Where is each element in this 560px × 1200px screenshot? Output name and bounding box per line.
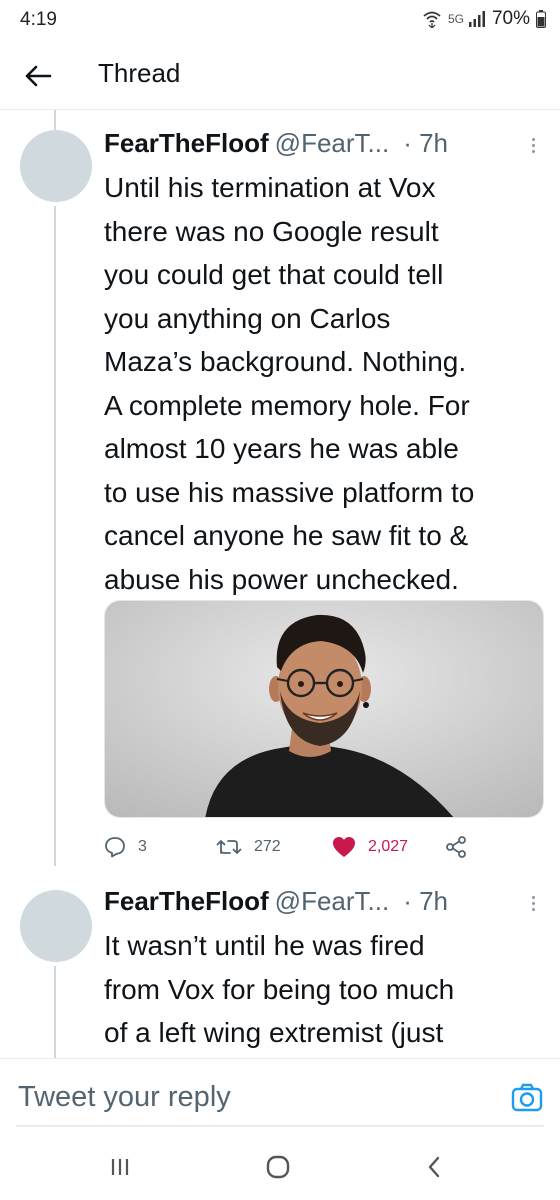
tweet-line: abuse his power unchecked. xyxy=(104,563,459,595)
avatar[interactable] xyxy=(20,130,92,202)
tweet-line: Until his termination at Vox xyxy=(104,172,436,203)
reply-button[interactable]: 3 xyxy=(104,830,147,864)
arrow-left-icon xyxy=(25,65,52,87)
camera-button[interactable] xyxy=(510,1081,544,1115)
signal-icon xyxy=(468,11,486,27)
thread-header: Thread xyxy=(0,42,560,110)
avatar[interactable] xyxy=(20,890,92,962)
more-options-icon[interactable] xyxy=(524,888,542,918)
battery-text: 70% xyxy=(491,8,530,29)
reply-bar xyxy=(0,1058,560,1130)
author-name[interactable]: FearTheFloof xyxy=(104,886,269,917)
system-nav-bar xyxy=(0,1130,560,1200)
back-nav-button[interactable] xyxy=(414,1152,454,1182)
share-button[interactable] xyxy=(444,830,468,864)
more-options-icon[interactable] xyxy=(524,130,542,160)
camera-icon xyxy=(511,1083,543,1112)
like-button[interactable]: 2,027 xyxy=(332,830,408,864)
tweet-line: A complete memory hole. For xyxy=(104,389,470,421)
like-count: 2,027 xyxy=(368,838,409,855)
status-time: 4:19 xyxy=(20,9,57,30)
tweet-actions: 3 272 2,027 xyxy=(104,830,484,864)
wifi-icon xyxy=(422,10,442,28)
page-title: Thread xyxy=(98,58,181,88)
home-icon xyxy=(266,1155,290,1179)
tweet-media-image[interactable] xyxy=(104,600,544,818)
tweet-header: FearTheFloof @FearT... · 7h xyxy=(104,128,448,160)
author-name[interactable]: FearTheFloof xyxy=(104,128,269,159)
share-icon xyxy=(446,836,466,858)
tweet-line: almost 10 years he was able xyxy=(104,433,459,464)
tweet-line: cancel anyone he saw fit to & xyxy=(104,520,469,551)
tweet-text: It wasn’t until he was fired from Vox fo… xyxy=(104,924,544,1058)
recents-button[interactable] xyxy=(100,1152,140,1182)
home-button[interactable] xyxy=(258,1152,298,1182)
heart-icon xyxy=(333,837,355,857)
author-handle[interactable]: @FearT... xyxy=(275,886,390,917)
tweet-header: FearTheFloof @FearT... · 7h xyxy=(104,886,448,918)
back-button[interactable] xyxy=(20,58,56,94)
tweet-text: Until his termination at Vox there was n… xyxy=(104,166,544,601)
reply-divider xyxy=(16,1125,544,1127)
reply-input[interactable] xyxy=(18,1077,478,1117)
tweet-time: · 7h xyxy=(403,128,449,158)
tweet-line: It wasn’t until he was fired xyxy=(104,930,425,961)
tweet-line: you anything on Carlos xyxy=(104,302,391,334)
back-icon xyxy=(428,1156,440,1178)
retweet-count: 272 xyxy=(254,838,281,855)
retweet-button[interactable]: 272 xyxy=(216,830,281,864)
thread-line xyxy=(54,966,56,1058)
thread-line xyxy=(54,206,56,866)
tweet-line: to use his massive platform to xyxy=(104,476,475,508)
tweet-line: there was no Google result xyxy=(104,215,439,247)
reply-icon xyxy=(105,837,125,858)
retweet-icon xyxy=(216,840,242,854)
tweet-time: · 7h xyxy=(403,886,449,916)
status-indicators: 5G 70% xyxy=(422,8,546,30)
recents-icon xyxy=(111,1159,129,1175)
tweet-line: of a left wing extremist (just xyxy=(104,1017,444,1048)
battery-icon xyxy=(536,10,546,28)
tweet-line: from Vox for being too much xyxy=(104,973,455,1005)
tweet-line: Maza’s background. Nothing. xyxy=(104,346,467,377)
tweet-line: you could get that could tell xyxy=(104,259,444,290)
status-bar: 4:19 5G 70% xyxy=(0,0,560,42)
reply-count: 3 xyxy=(138,838,147,855)
network-label: 5G xyxy=(447,12,464,26)
author-handle[interactable]: @FearT... xyxy=(275,128,390,159)
